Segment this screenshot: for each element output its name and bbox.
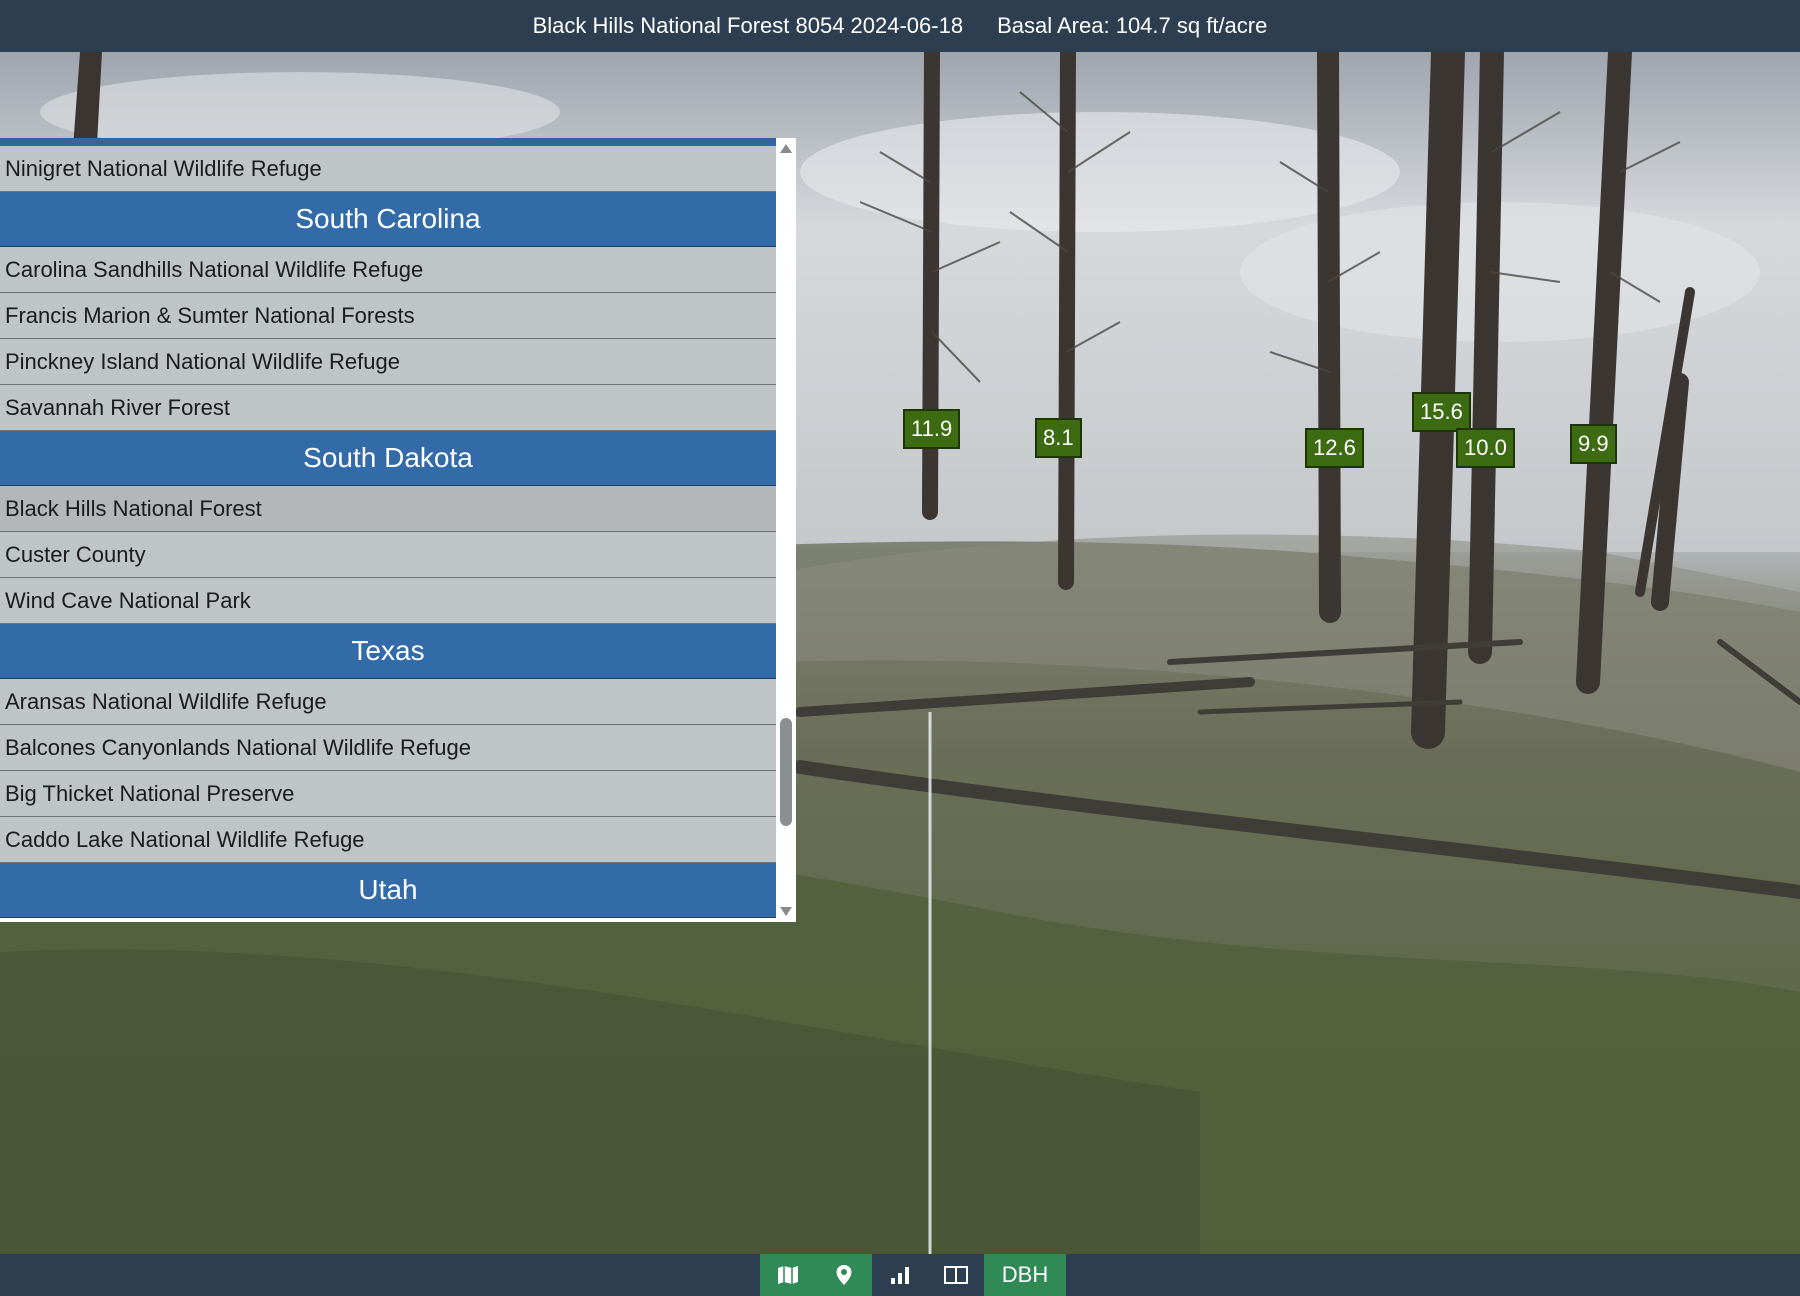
split-view-button[interactable] [928,1254,984,1296]
map-pin-icon [836,1265,852,1285]
location-item[interactable]: Wind Cave National Park [0,578,776,624]
scroll-thumb[interactable] [780,718,792,826]
state-header: Utah [0,863,776,918]
state-header: South Carolina [0,192,776,247]
dbh-toggle-button[interactable]: DBH [984,1254,1066,1296]
tree-dbh-label[interactable]: 11.9 [903,409,961,449]
top-bar: Black Hills National Forest 8054 2024-06… [0,0,1800,52]
location-button[interactable] [816,1254,872,1296]
location-list-panel[interactable]: Ninigret National Wildlife Refuge South C… [0,138,796,922]
bar-chart-icon [891,1267,909,1284]
toolbar: DBH [760,1254,1066,1296]
location-item[interactable]: Francis Marion & Sumter National Forests [0,293,776,339]
location-item[interactable]: Carolina Sandhills National Wildlife Ref… [0,247,776,293]
bottom-bar: DBH [0,1254,1800,1296]
location-item[interactable]: Aransas National Wildlife Refuge [0,679,776,725]
location-item[interactable]: Black Hills National Forest [0,486,776,532]
list-scrollbar[interactable] [776,138,796,922]
tree-dbh-label[interactable]: 8.1 [1035,418,1082,458]
location-item[interactable]: Savannah River Forest [0,385,776,431]
location-item[interactable]: Balcones Canyonlands National Wildlife R… [0,725,776,771]
scroll-up-arrow-icon[interactable] [780,144,792,153]
location-item[interactable]: Caddo Lake National Wildlife Refuge [0,817,776,863]
state-header: South Dakota [0,431,776,486]
location-list[interactable]: Ninigret National Wildlife Refuge South C… [0,146,776,918]
panel-top-border [0,138,776,146]
tree-dbh-label[interactable]: 15.6 [1412,392,1471,432]
plot-title: Black Hills National Forest 8054 2024-06… [532,13,964,38]
tree-dbh-label[interactable]: 10.0 [1456,428,1515,468]
location-item[interactable]: Pinckney Island National Wildlife Refuge [0,339,776,385]
map-button[interactable] [760,1254,816,1296]
location-item[interactable]: Ninigret National Wildlife Refuge [0,146,776,192]
basal-area-readout: Basal Area: 104.7 sq ft/acre [997,13,1268,38]
chart-button[interactable] [872,1254,928,1296]
split-view-icon [944,1266,968,1284]
location-item[interactable]: Big Thicket National Preserve [0,771,776,817]
tree-dbh-label[interactable]: 9.9 [1570,424,1617,464]
tree-dbh-label[interactable]: 12.6 [1305,428,1364,468]
location-item[interactable]: Custer County [0,532,776,578]
scroll-down-arrow-icon[interactable] [780,907,792,916]
state-header: Texas [0,624,776,679]
map-icon [778,1266,798,1284]
